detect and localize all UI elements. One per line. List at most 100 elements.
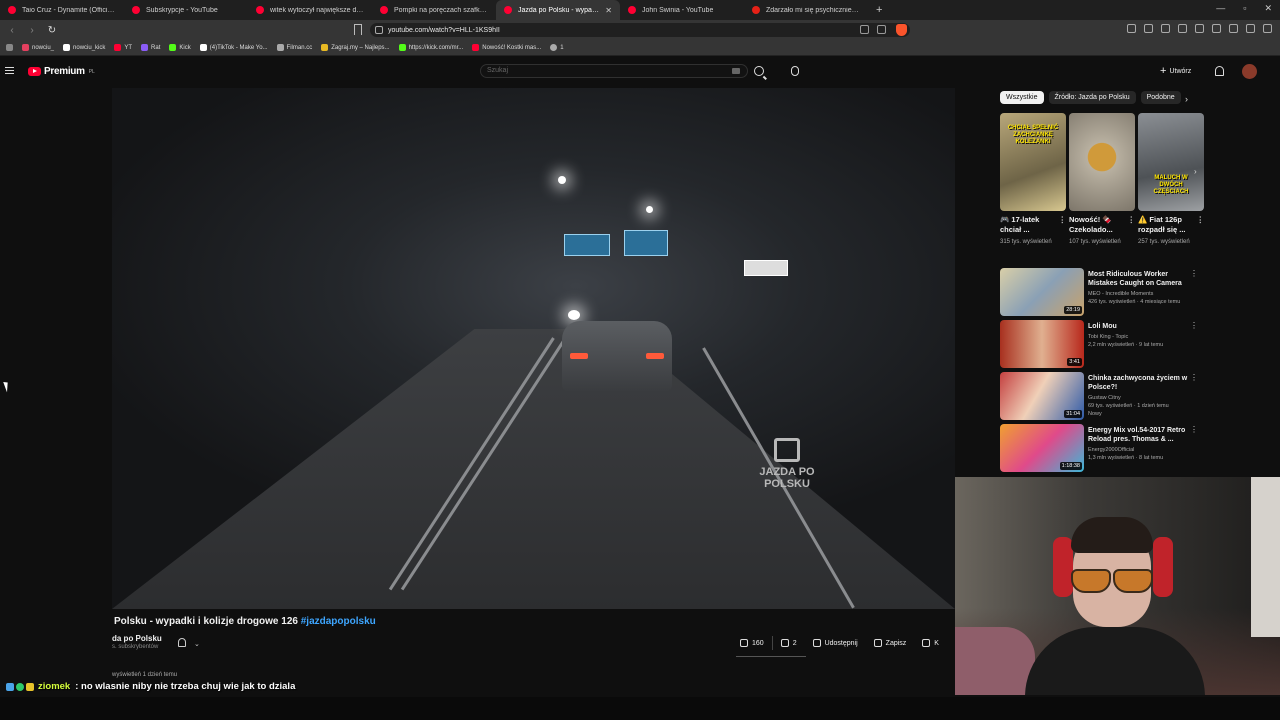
shorts-shelf: CHCIAŁ SPEŁNIĆ ZACHCIANKĘ KOLEŻANKI 🎮 17… <box>1000 113 1204 247</box>
recommended-video[interactable]: 28:19 Most Ridiculous Worker Mistakes Ca… <box>1000 268 1200 320</box>
browser-tab[interactable]: John Świnia - YouTube <box>620 0 744 20</box>
bookmark-item[interactable]: 1 <box>550 44 564 51</box>
chevron-right-icon[interactable]: › <box>1194 167 1197 176</box>
clip-button[interactable]: K <box>914 636 947 650</box>
badge-icon <box>6 682 14 691</box>
reload-icon[interactable]: ↻ <box>44 25 60 36</box>
chip-similar[interactable]: Podobne <box>1140 91 1181 104</box>
brave-shield-icon[interactable] <box>896 24 907 36</box>
more-options-icon[interactable]: ⋮ <box>1059 215 1067 225</box>
tab-bar: Taio Cruz - Dynamite (Official Video) Su… <box>0 0 1280 20</box>
search-input[interactable]: Szukaj <box>480 64 748 78</box>
youtube-header: Premium PL Szukaj + Utwórz <box>0 57 1280 85</box>
recommended-video[interactable]: 31:04 Chinka zachwycona życiem w Polsce?… <box>1000 372 1200 424</box>
recommended-video[interactable]: 1:18:38 Energy Mix vol.54-2017 Retro Rel… <box>1000 424 1200 476</box>
extension-icon[interactable] <box>1246 24 1255 33</box>
chevron-down-icon[interactable]: ⌄ <box>194 640 200 648</box>
youtube-favicon-icon <box>132 6 140 14</box>
maximize-icon[interactable]: ▫ <box>1243 3 1246 14</box>
channel-name[interactable]: da po Polsku <box>112 634 162 643</box>
share-button[interactable]: Udostępnij <box>805 636 866 650</box>
road-sign <box>564 234 610 256</box>
new-badge: Nowy <box>1088 411 1102 417</box>
subscription-bell-icon[interactable] <box>178 638 186 647</box>
create-button[interactable]: + Utwórz <box>1160 64 1191 78</box>
browser-tab[interactable]: Taio Cruz - Dynamite (Official Video) <box>0 0 124 20</box>
video-thumbnail: 28:19 <box>1000 268 1084 316</box>
short-item[interactable]: Nowość! 🍫 Czekolado... ⋮ 107 tys. wyświet… <box>1069 113 1135 247</box>
chip-all[interactable]: Wszystkie <box>1000 91 1044 104</box>
back-icon[interactable]: ‹ <box>4 25 20 36</box>
close-tab-icon[interactable]: ✕ <box>605 6 612 15</box>
dislike-button[interactable]: 2 <box>773 636 805 650</box>
share-icon[interactable] <box>877 25 886 34</box>
chevron-right-icon[interactable]: › <box>1185 94 1188 104</box>
video-player[interactable]: JAZDA PO POLSKU <box>112 88 955 609</box>
site-info-icon[interactable] <box>375 26 383 34</box>
keyboard-icon[interactable] <box>732 68 740 74</box>
extension-icon[interactable] <box>1229 24 1238 33</box>
more-options-icon[interactable]: ⋮ <box>1190 425 1198 434</box>
minimize-icon[interactable]: — <box>1216 3 1225 14</box>
extension-icon[interactable] <box>1178 24 1187 33</box>
extension-icon[interactable] <box>1212 24 1221 33</box>
search-icon[interactable] <box>754 66 764 76</box>
menu-icon[interactable] <box>1263 24 1272 33</box>
like-button[interactable]: 160 <box>738 636 773 650</box>
extension-icon[interactable] <box>1195 24 1204 33</box>
webcam-blanket <box>955 627 1035 695</box>
avatar[interactable] <box>1242 64 1257 79</box>
short-item[interactable]: CHCIAŁ SPEŁNIĆ ZACHCIANKĘ KOLEŻANKI 🎮 17… <box>1000 113 1066 247</box>
bookmark-item[interactable]: nowciu_kick <box>63 44 105 51</box>
browser-tab[interactable]: witek wytoczył największe działo - Yo <box>248 0 372 20</box>
bookmark-item[interactable]: Zagraj.my – Najleps... <box>321 44 390 51</box>
browser-tab-active[interactable]: Jazda po Polsku - wypadki i ✕ <box>496 0 620 20</box>
apps-icon[interactable] <box>6 44 13 51</box>
hashtag-link[interactable]: #jazdapopolsku <box>301 616 376 627</box>
new-tab-button[interactable]: + <box>868 4 890 16</box>
address-toolbar: ‹ › ↻ youtube.com/watch?v=HLL-1KS9hII <box>0 20 1280 40</box>
hamburger-menu-icon[interactable] <box>5 67 14 74</box>
short-item[interactable]: MALUCH W DWÓCH CZĘŚCIACH ⚠️ Fiat 126p ro… <box>1138 113 1204 247</box>
browser-tab[interactable]: Subskrypcje - YouTube <box>124 0 248 20</box>
extension-icon[interactable] <box>1127 24 1136 33</box>
subscriber-count: s. subskrybentów <box>112 644 159 650</box>
bookmark-favicon-icon <box>276 44 284 51</box>
recommended-video[interactable]: 3:41 Loli Mou Tobi King - Topic 2,2 mln … <box>1000 320 1200 372</box>
bookmark-item[interactable]: https://kick.com/mr... <box>398 44 463 51</box>
more-options-icon[interactable]: ⋮ <box>1190 321 1198 330</box>
youtube-favicon-icon <box>256 6 264 14</box>
extension-icon[interactable] <box>1161 24 1170 33</box>
bookmark-favicon-icon <box>398 44 406 51</box>
bookmark-item[interactable]: Kick <box>169 44 191 51</box>
road-sign <box>744 260 788 276</box>
notifications-icon[interactable] <box>1215 66 1224 76</box>
bookmark-item[interactable]: Rat <box>141 44 160 51</box>
more-options-icon[interactable]: ⋮ <box>1190 373 1198 382</box>
browser-tab[interactable]: Zdarzało mi się psychicznie zniszczć <box>744 0 868 20</box>
bookmark-icon[interactable] <box>354 24 362 35</box>
more-options-icon[interactable]: ⋮ <box>1197 215 1205 225</box>
install-app-icon[interactable] <box>860 25 869 34</box>
chip-source[interactable]: Źródło: Jazda po Polsku <box>1048 91 1136 104</box>
bookmark-item[interactable]: Filman.cc <box>276 44 312 51</box>
more-options-icon[interactable]: ⋮ <box>1190 269 1198 278</box>
browser-tab[interactable]: Pompki na poręczach szafka na głow <box>372 0 496 20</box>
webcam-window <box>1251 477 1280 637</box>
close-window-icon[interactable]: ✕ <box>1264 3 1272 14</box>
save-button[interactable]: Zapisz <box>866 636 915 650</box>
channel-info[interactable]: da po Polsku s. subskrybentów <box>112 634 162 650</box>
recommendations-list: 28:19 Most Ridiculous Worker Mistakes Ca… <box>1000 268 1200 476</box>
bookmark-item[interactable]: Nowość! Kostki mas... <box>472 44 541 51</box>
bookmark-item[interactable]: YT <box>114 44 132 51</box>
bookmark-item[interactable]: nowciu_ <box>22 44 54 51</box>
more-options-icon[interactable]: ⋮ <box>1128 215 1136 225</box>
url-field[interactable]: youtube.com/watch?v=HLL-1KS9hII <box>370 23 910 37</box>
car-ahead <box>562 321 672 391</box>
forward-icon[interactable]: › <box>24 25 40 36</box>
microphone-icon[interactable] <box>791 66 799 76</box>
extension-icon[interactable] <box>1144 24 1153 33</box>
bookmark-item[interactable]: (4)TikTok - Make Yo... <box>199 44 268 51</box>
youtube-premium-logo[interactable]: Premium PL <box>28 66 95 77</box>
bookmark-favicon-icon <box>321 44 329 51</box>
